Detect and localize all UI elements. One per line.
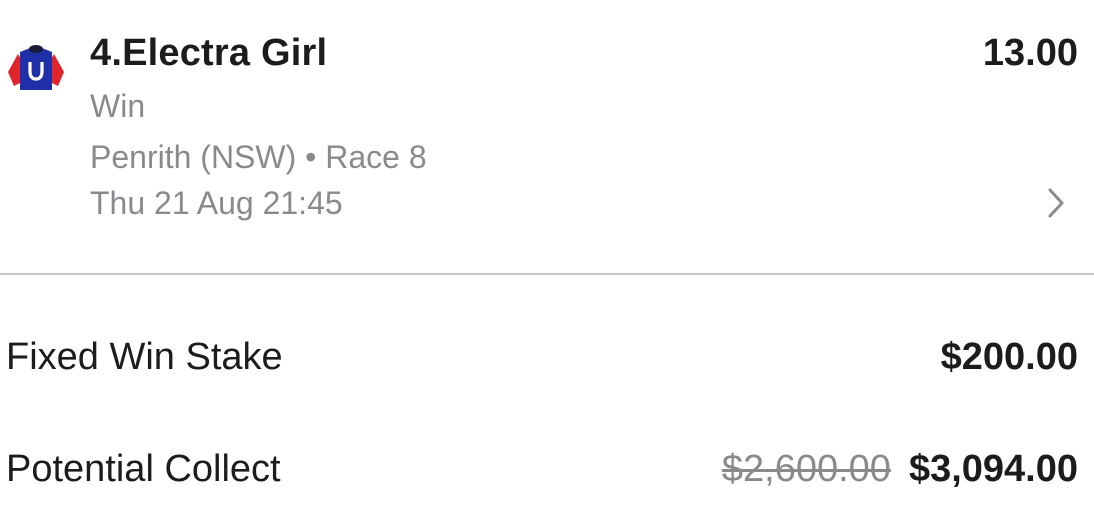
potential-collect-value: $3,094.00 — [908, 448, 1078, 490]
chevron-right-icon[interactable] — [1046, 186, 1066, 220]
race-start-time: Thu 21 Aug 21:45 — [90, 185, 343, 221]
runner-name: 4.Electra Girl — [90, 32, 328, 74]
odds-value: 13.00 — [982, 32, 1078, 74]
divider — [0, 273, 1094, 275]
collect-label: Potential Collect — [6, 448, 281, 490]
bet-type: Win — [90, 88, 146, 124]
jockey-silks-icon — [8, 45, 64, 90]
previous-collect-value: $2,600.00 — [721, 448, 891, 490]
meeting-info: Penrith (NSW) • Race 8 — [90, 139, 427, 175]
bet-selection-row[interactable]: 4.Electra Girl 13.00 Win Penrith (NSW) •… — [0, 0, 1094, 274]
collect-values: $2,600.00 $3,094.00 — [722, 446, 1078, 492]
stake-value: $200.00 — [940, 336, 1078, 378]
stake-label: Fixed Win Stake — [6, 336, 283, 378]
